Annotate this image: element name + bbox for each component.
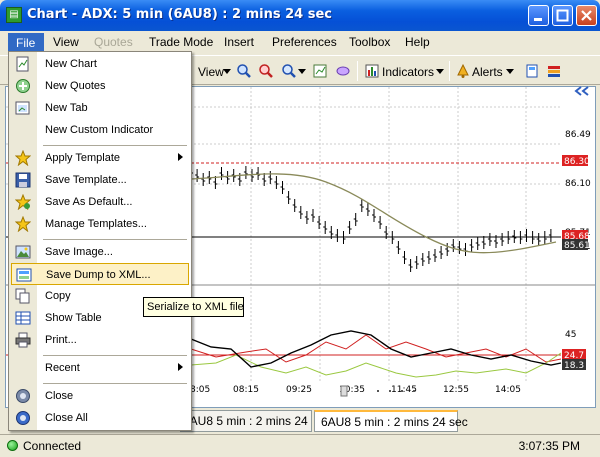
tab-label: 6AU8 5 min : 2 mins 24 sec xyxy=(183,414,311,428)
menu-view[interactable]: View xyxy=(53,35,79,49)
menu-file[interactable]: File xyxy=(8,33,44,52)
menu-item-apply-template[interactable]: Apply Template xyxy=(9,147,191,169)
indicators-icon[interactable] xyxy=(365,64,379,78)
template-star-icon xyxy=(15,150,31,166)
copy-icon xyxy=(15,288,30,304)
menu-item-save-template[interactable]: Save Template... xyxy=(9,169,191,191)
indicators-button[interactable]: Indicators xyxy=(382,65,434,79)
star-manage-icon xyxy=(15,216,31,232)
new-chart-icon xyxy=(16,56,29,72)
menu-separator xyxy=(43,383,187,384)
app-icon: ▤ xyxy=(6,7,22,23)
new-quotes-icon xyxy=(16,79,30,93)
status-time: 3:07:35 PM xyxy=(518,439,580,453)
menu-item-new-quotes[interactable]: New Quotes xyxy=(9,75,191,97)
tab-chart-2[interactable]: 6AU8 5 min : 2 mins 24 sec xyxy=(314,410,468,432)
table-icon xyxy=(15,311,31,325)
toolbar-separator xyxy=(449,61,450,81)
menu-help[interactable]: Help xyxy=(405,35,430,49)
indicator-marker-label: 18.3 xyxy=(564,361,584,371)
toolbar-separator xyxy=(357,61,358,81)
submenu-arrow-icon xyxy=(178,153,183,161)
draw-tool-icon[interactable] xyxy=(336,64,350,78)
status-bar: Connected 3:07:35 PM xyxy=(0,434,600,457)
menu-separator xyxy=(43,145,187,146)
chart-scroll-handle xyxy=(340,385,348,397)
new-tab-icon xyxy=(15,101,30,115)
menu-preferences[interactable]: Preferences xyxy=(272,35,337,49)
menu-toolbox[interactable]: Toolbox xyxy=(349,35,390,49)
menu-insert[interactable]: Insert xyxy=(224,35,254,49)
scroll-grip-dot xyxy=(413,390,415,392)
close-all-icon xyxy=(16,411,30,425)
minimize-icon xyxy=(534,18,542,21)
indicators-dropdown-arrow-icon[interactable] xyxy=(436,69,444,75)
time-axis-label: 14:05 xyxy=(495,385,521,395)
zoom-dropdown-arrow-icon[interactable] xyxy=(298,69,306,75)
menu-bar: View Quotes Trade Mode Insert Preference… xyxy=(0,31,600,53)
maximize-icon xyxy=(556,9,569,22)
menu-item-new-custom-indicator[interactable]: New Custom Indicator xyxy=(9,119,191,141)
window-title: Chart - ADX: 5 min (6AU8) : 2 mins 24 se… xyxy=(27,7,333,22)
indicator-black-line xyxy=(190,330,562,368)
tab-chart-1[interactable]: 6AU8 5 min : 2 mins 24 sec xyxy=(180,410,312,432)
zoom-fit-icon[interactable] xyxy=(282,64,296,78)
menu-item-close-all[interactable]: Close All xyxy=(9,407,191,429)
tooltip: Serialize to XML file xyxy=(143,297,244,317)
data-window-icon[interactable] xyxy=(525,64,539,78)
alert-bell-icon[interactable] xyxy=(456,64,470,78)
submenu-arrow-icon xyxy=(178,363,183,371)
menu-item-new-chart[interactable]: New Chart xyxy=(9,53,191,75)
printer-icon xyxy=(15,332,31,348)
tab-label: 6AU8 5 min : 2 mins 24 sec xyxy=(321,415,468,429)
menu-quotes: Quotes xyxy=(94,35,133,49)
price-marker-label: 86.30 xyxy=(564,157,590,167)
menu-item-print[interactable]: Print... xyxy=(9,329,191,351)
save-disk-icon xyxy=(15,172,31,188)
price-axis-label: 86.10 xyxy=(565,179,591,189)
menu-item-save-image[interactable]: Save Image... xyxy=(9,241,191,263)
menu-item-close[interactable]: Close xyxy=(9,385,191,407)
file-menu-dropdown: New Chart New Quotes New Tab New Custom … xyxy=(8,51,192,431)
maximize-button[interactable] xyxy=(552,5,573,26)
toolbar-view-dropdown[interactable]: View xyxy=(198,65,224,79)
chart-refresh-icon[interactable] xyxy=(313,64,327,78)
zoom-out-icon[interactable] xyxy=(259,64,273,78)
close-x-icon xyxy=(581,10,592,21)
menu-item-recent[interactable]: Recent xyxy=(9,357,191,379)
menu-item-new-tab[interactable]: New Tab xyxy=(9,97,191,119)
scroll-grip-dot xyxy=(389,390,391,392)
menu-item-save-dump-to-xml[interactable]: Save Dump to XML... xyxy=(11,263,189,285)
scroll-grip-dot xyxy=(401,390,403,392)
price-axis-label: 86.49 xyxy=(565,130,591,140)
time-axis-label: 12:55 xyxy=(443,385,469,395)
menu-separator xyxy=(43,355,187,356)
image-icon xyxy=(15,245,31,259)
time-axis-label: 8:05 xyxy=(190,385,210,395)
view-dropdown-arrow-icon[interactable] xyxy=(223,69,231,75)
indicator-axis-label: 45 xyxy=(565,330,576,340)
minimize-button[interactable] xyxy=(528,5,549,26)
time-axis-label: 08:15 xyxy=(233,385,259,395)
price-marker-label: 85.61 xyxy=(564,241,590,251)
menu-item-manage-templates[interactable]: Manage Templates... xyxy=(9,213,191,235)
alerts-dropdown-arrow-icon[interactable] xyxy=(506,69,514,75)
close-button[interactable] xyxy=(576,5,597,26)
star-default-icon xyxy=(15,194,31,210)
menu-trade-mode[interactable]: Trade Mode xyxy=(149,35,213,49)
close-circle-icon xyxy=(16,389,30,403)
connection-status-icon xyxy=(7,440,18,451)
color-bars-icon[interactable] xyxy=(547,64,561,78)
alerts-button[interactable]: Alerts xyxy=(472,65,503,79)
time-axis-label: 09:25 xyxy=(286,385,312,395)
menu-item-save-as-default[interactable]: Save As Default... xyxy=(9,191,191,213)
connection-status: Connected xyxy=(23,439,82,453)
xml-dump-icon xyxy=(16,268,32,282)
scroll-grip-dot xyxy=(377,390,379,392)
collapse-arrows-icon[interactable] xyxy=(573,85,593,97)
title-bar: ▤ Chart - ADX: 5 min (6AU8) : 2 mins 24 … xyxy=(0,0,600,31)
zoom-in-icon[interactable] xyxy=(237,64,251,78)
menu-separator xyxy=(43,239,187,240)
